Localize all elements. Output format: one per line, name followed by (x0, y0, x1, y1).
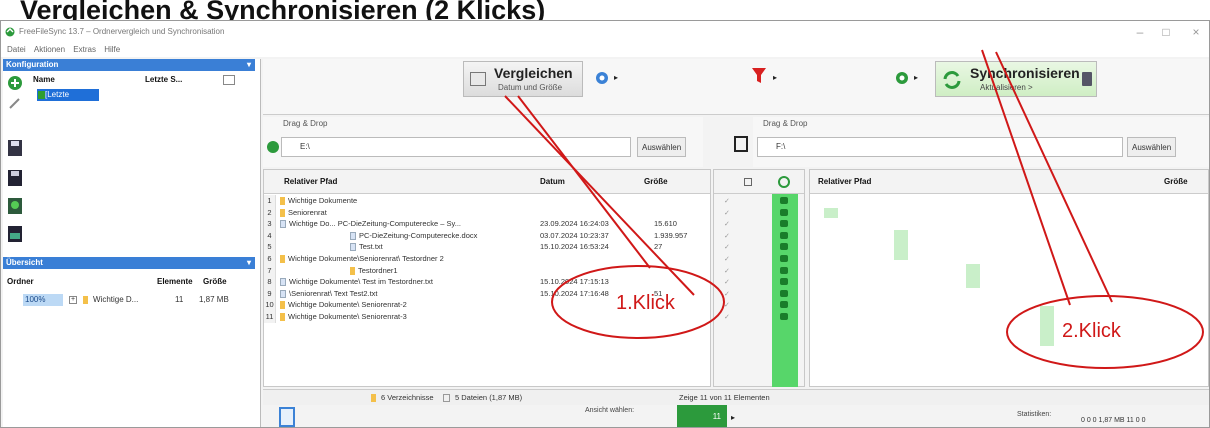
callout-arrow-2b (995, 51, 1113, 303)
annotation-first-click: 1.Klick (616, 292, 675, 314)
callout-arrow-1 (504, 95, 695, 296)
annotation-overlay (504, 49, 1204, 369)
annotation-second-click: 2.Klick (1062, 320, 1121, 342)
callout-arrow-1b (517, 95, 651, 269)
callout-arrow-2 (981, 49, 1071, 306)
screenshot-root: Vergleichen & Synchronisieren (2 Klicks)… (0, 0, 1210, 428)
